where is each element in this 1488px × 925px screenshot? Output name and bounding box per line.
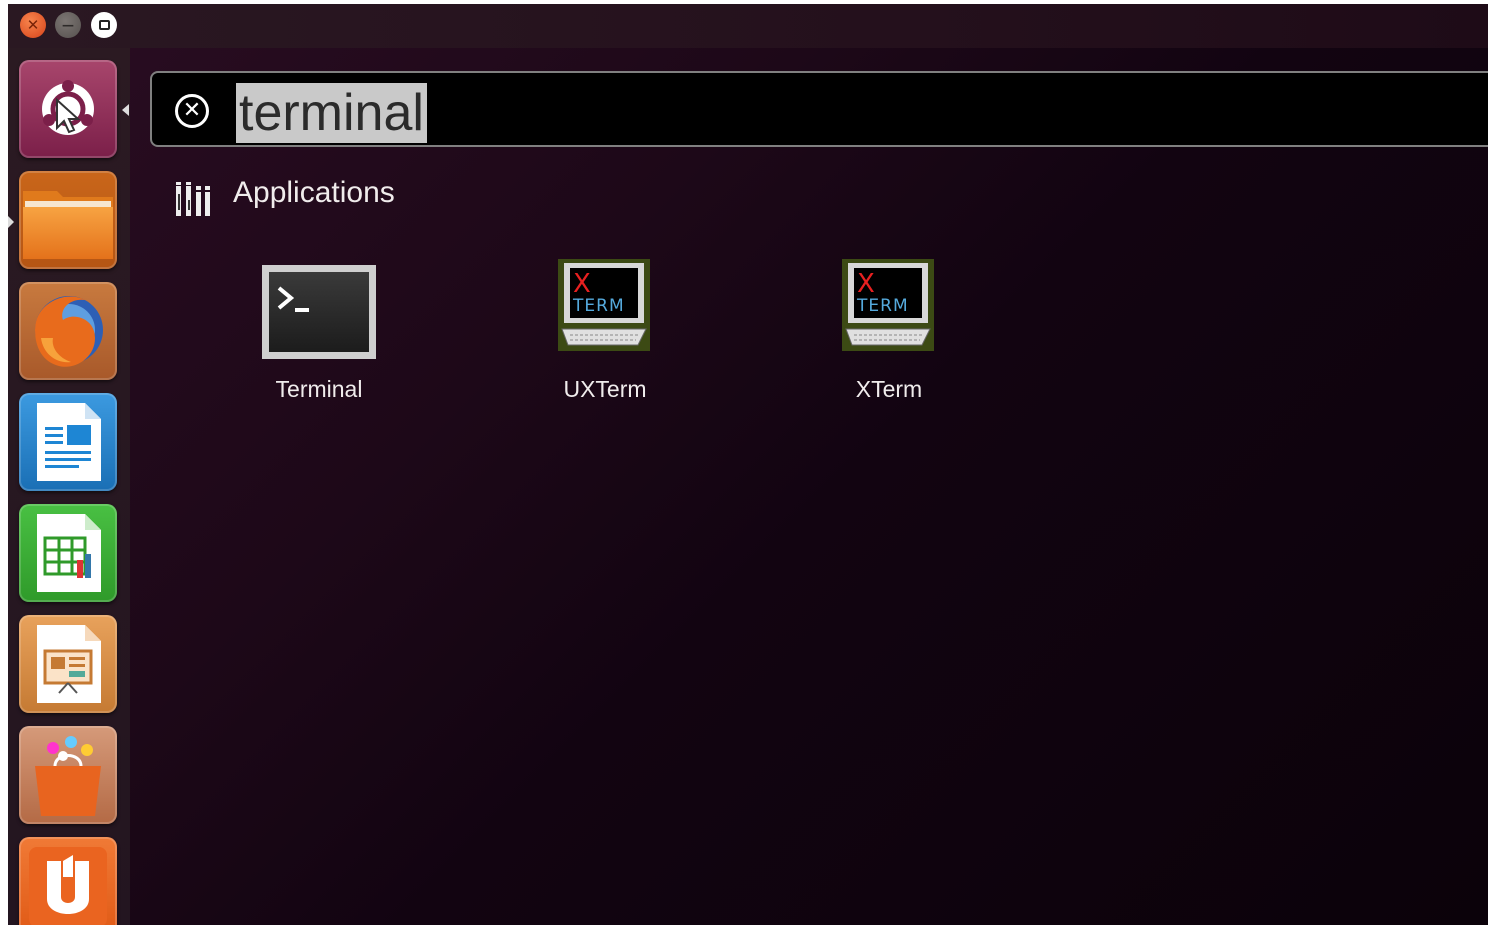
clear-search-icon[interactable]: ✕: [175, 94, 209, 128]
launcher-item-firefox[interactable]: [19, 282, 117, 380]
maximize-icon: [98, 20, 110, 30]
close-icon: ✕: [26, 15, 40, 34]
xterm-x-glyph: X: [573, 269, 591, 299]
xterm-term-glyph: TERM: [572, 296, 625, 316]
impress-icon: [37, 625, 101, 703]
firefox-icon: [35, 296, 103, 367]
dash-search-field[interactable]: ✕ terminal: [150, 71, 1488, 147]
desktop-screen: ✕ — ✕ terminal Applications Terminal X T…: [8, 4, 1488, 925]
writer-icon: [37, 403, 101, 481]
close-button[interactable]: ✕: [20, 12, 46, 38]
result-label: XTerm: [855, 376, 923, 402]
xterm-icon: X TERM: [558, 259, 650, 351]
window-title-bar: ✕ —: [8, 4, 1488, 48]
launcher-item-writer[interactable]: [19, 393, 117, 491]
launcher-item-impress[interactable]: [19, 615, 117, 713]
xterm-term-glyph: TERM: [856, 296, 909, 316]
minimize-button[interactable]: —: [55, 12, 81, 38]
launcher-item-software-center[interactable]: [19, 726, 117, 824]
launcher-item-ubuntu-one[interactable]: [19, 837, 117, 925]
search-input[interactable]: terminal: [236, 83, 427, 143]
xterm-icon: X TERM: [842, 259, 934, 351]
maximize-button[interactable]: [91, 12, 117, 38]
ubuntu-logo-icon: [42, 80, 94, 135]
launcher-active-arrow: [122, 104, 129, 116]
result-label: Terminal: [275, 376, 363, 402]
result-label: UXTerm: [563, 376, 647, 402]
calc-icon: [37, 514, 101, 592]
applications-icon: [176, 182, 210, 216]
launcher-item-files[interactable]: [19, 171, 117, 269]
launcher-item-calc[interactable]: [19, 504, 117, 602]
launcher: [8, 48, 130, 925]
folder-icon: [23, 191, 113, 259]
minimize-icon: —: [62, 18, 74, 32]
terminal-icon: [262, 265, 376, 359]
xterm-x-glyph: X: [857, 269, 875, 299]
category-heading-applications: Applications: [233, 176, 395, 209]
launcher-running-indicator: [8, 216, 14, 228]
software-center-icon: [35, 736, 101, 816]
launcher-item-dash-home[interactable]: [19, 60, 117, 158]
ubuntu-one-icon: [29, 847, 107, 925]
